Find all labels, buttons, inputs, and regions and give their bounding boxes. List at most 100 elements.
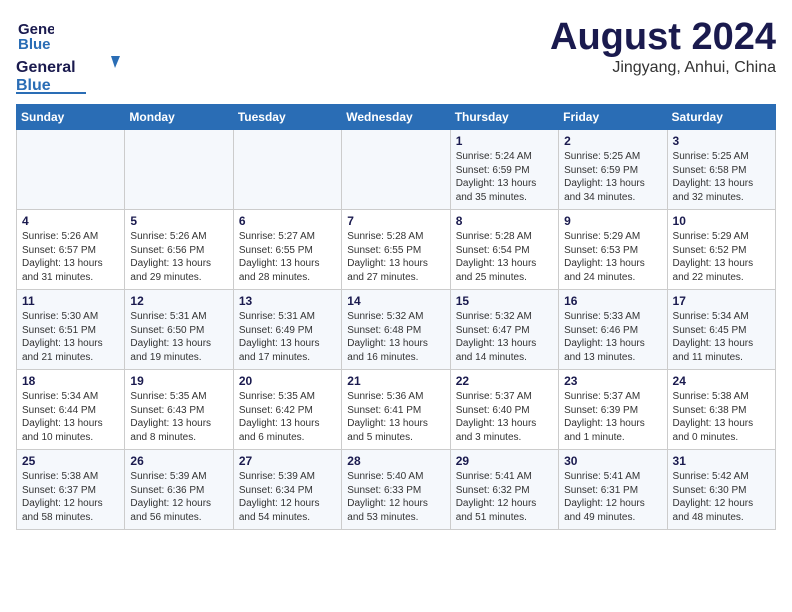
calendar-day-cell: 9Sunrise: 5:29 AM Sunset: 6:53 PM Daylig… <box>559 210 667 290</box>
day-number: 2 <box>564 134 661 148</box>
day-number: 22 <box>456 374 553 388</box>
day-info: Sunrise: 5:30 AM Sunset: 6:51 PM Dayligh… <box>22 310 119 364</box>
logo-icon: General Blue <box>16 16 54 54</box>
day-number: 14 <box>347 294 444 308</box>
calendar-day-cell: 13Sunrise: 5:31 AM Sunset: 6:49 PM Dayli… <box>233 290 341 370</box>
calendar-day-cell <box>125 130 233 210</box>
day-number: 7 <box>347 214 444 228</box>
calendar-day-cell: 21Sunrise: 5:36 AM Sunset: 6:41 PM Dayli… <box>342 370 450 450</box>
day-info: Sunrise: 5:40 AM Sunset: 6:33 PM Dayligh… <box>347 470 444 524</box>
day-number: 27 <box>239 454 336 468</box>
calendar-day-cell: 22Sunrise: 5:37 AM Sunset: 6:40 PM Dayli… <box>450 370 558 450</box>
day-number: 31 <box>673 454 770 468</box>
day-number: 3 <box>673 134 770 148</box>
weekday-header-tuesday: Tuesday <box>233 105 341 130</box>
day-number: 24 <box>673 374 770 388</box>
day-info: Sunrise: 5:41 AM Sunset: 6:31 PM Dayligh… <box>564 470 661 524</box>
calendar-week-row: 1 Sunrise: 5:24 AM Sunset: 6:59 PM Daylig… <box>17 130 776 210</box>
calendar-day-cell: 16 Sunrise: 5:33 AM Sunset: 6:46 PM Dayli… <box>559 290 667 370</box>
day-number: 5 <box>130 214 227 228</box>
page-header: General Blue General Blue August 2024 Ji… <box>16 16 776 94</box>
day-number: 11 <box>22 294 119 308</box>
calendar-title-block: August 2024 Jingyang, Anhui, China <box>550 16 776 77</box>
day-number: 25 <box>22 454 119 468</box>
day-number: 29 <box>456 454 553 468</box>
day-info: Sunrise: 5:35 AM Sunset: 6:42 PM Dayligh… <box>239 390 336 444</box>
calendar-month-year: August 2024 <box>550 16 776 59</box>
day-number: 20 <box>239 374 336 388</box>
calendar-day-cell: 8Sunrise: 5:28 AM Sunset: 6:54 PM Daylig… <box>450 210 558 290</box>
calendar-day-cell: 14 Sunrise: 5:32 AM Sunset: 6:48 PM Dayli… <box>342 290 450 370</box>
day-info: Sunrise: 5:34 AM Sunset: 6:45 PM Dayligh… <box>673 310 770 364</box>
day-info: Sunrise: 5:24 AM Sunset: 6:59 PM Dayligh… <box>456 150 553 204</box>
day-number: 28 <box>347 454 444 468</box>
calendar-day-cell: 26 Sunrise: 5:39 AM Sunset: 6:36 PM Dayli… <box>125 450 233 530</box>
calendar-day-cell: 31 Sunrise: 5:42 AM Sunset: 6:30 PM Dayli… <box>667 450 775 530</box>
calendar-day-cell: 30Sunrise: 5:41 AM Sunset: 6:31 PM Dayli… <box>559 450 667 530</box>
calendar-location: Jingyang, Anhui, China <box>550 59 776 77</box>
calendar-day-cell <box>233 130 341 210</box>
calendar-day-cell: 3 Sunrise: 5:25 AM Sunset: 6:58 PM Daylig… <box>667 130 775 210</box>
day-info: Sunrise: 5:38 AM Sunset: 6:38 PM Dayligh… <box>673 390 770 444</box>
calendar-day-cell: 27 Sunrise: 5:39 AM Sunset: 6:34 PM Dayli… <box>233 450 341 530</box>
day-info: Sunrise: 5:34 AM Sunset: 6:44 PM Dayligh… <box>22 390 119 444</box>
weekday-header-sunday: Sunday <box>17 105 125 130</box>
calendar-day-cell: 25 Sunrise: 5:38 AM Sunset: 6:37 PM Dayli… <box>17 450 125 530</box>
day-info: Sunrise: 5:39 AM Sunset: 6:36 PM Dayligh… <box>130 470 227 524</box>
day-number: 13 <box>239 294 336 308</box>
day-info: Sunrise: 5:33 AM Sunset: 6:46 PM Dayligh… <box>564 310 661 364</box>
day-info: Sunrise: 5:32 AM Sunset: 6:48 PM Dayligh… <box>347 310 444 364</box>
logo: General Blue General Blue <box>16 16 136 94</box>
day-number: 18 <box>22 374 119 388</box>
day-number: 15 <box>456 294 553 308</box>
calendar-week-row: 4Sunrise: 5:26 AM Sunset: 6:57 PM Daylig… <box>17 210 776 290</box>
calendar-day-cell: 24 Sunrise: 5:38 AM Sunset: 6:38 PM Dayli… <box>667 370 775 450</box>
calendar-day-cell: 6Sunrise: 5:27 AM Sunset: 6:55 PM Daylig… <box>233 210 341 290</box>
calendar-day-cell <box>342 130 450 210</box>
calendar-day-cell: 29 Sunrise: 5:41 AM Sunset: 6:32 PM Dayli… <box>450 450 558 530</box>
day-number: 17 <box>673 294 770 308</box>
day-info: Sunrise: 5:41 AM Sunset: 6:32 PM Dayligh… <box>456 470 553 524</box>
calendar-day-cell <box>17 130 125 210</box>
day-number: 1 <box>456 134 553 148</box>
day-info: Sunrise: 5:25 AM Sunset: 6:58 PM Dayligh… <box>673 150 770 204</box>
svg-text:Blue: Blue <box>16 77 51 94</box>
weekday-header-wednesday: Wednesday <box>342 105 450 130</box>
day-info: Sunrise: 5:29 AM Sunset: 6:53 PM Dayligh… <box>564 230 661 284</box>
day-info: Sunrise: 5:38 AM Sunset: 6:37 PM Dayligh… <box>22 470 119 524</box>
day-info: Sunrise: 5:31 AM Sunset: 6:50 PM Dayligh… <box>130 310 227 364</box>
calendar-day-cell: 2Sunrise: 5:25 AM Sunset: 6:59 PM Daylig… <box>559 130 667 210</box>
calendar-day-cell: 20 Sunrise: 5:35 AM Sunset: 6:42 PM Dayli… <box>233 370 341 450</box>
day-number: 16 <box>564 294 661 308</box>
day-number: 12 <box>130 294 227 308</box>
calendar-week-row: 11 Sunrise: 5:30 AM Sunset: 6:51 PM Dayli… <box>17 290 776 370</box>
day-info: Sunrise: 5:26 AM Sunset: 6:57 PM Dayligh… <box>22 230 119 284</box>
weekday-header-saturday: Saturday <box>667 105 775 130</box>
weekday-header-friday: Friday <box>559 105 667 130</box>
calendar-day-cell: 23 Sunrise: 5:37 AM Sunset: 6:39 PM Dayli… <box>559 370 667 450</box>
weekday-header-row: SundayMondayTuesdayWednesdayThursdayFrid… <box>17 105 776 130</box>
day-info: Sunrise: 5:39 AM Sunset: 6:34 PM Dayligh… <box>239 470 336 524</box>
calendar-day-cell: 28 Sunrise: 5:40 AM Sunset: 6:33 PM Dayli… <box>342 450 450 530</box>
svg-text:General: General <box>16 59 76 76</box>
calendar-day-cell: 19Sunrise: 5:35 AM Sunset: 6:43 PM Dayli… <box>125 370 233 450</box>
calendar-day-cell: 15Sunrise: 5:32 AM Sunset: 6:47 PM Dayli… <box>450 290 558 370</box>
day-info: Sunrise: 5:42 AM Sunset: 6:30 PM Dayligh… <box>673 470 770 524</box>
day-info: Sunrise: 5:26 AM Sunset: 6:56 PM Dayligh… <box>130 230 227 284</box>
calendar-day-cell: 7Sunrise: 5:28 AM Sunset: 6:55 PM Daylig… <box>342 210 450 290</box>
day-info: Sunrise: 5:29 AM Sunset: 6:52 PM Dayligh… <box>673 230 770 284</box>
day-info: Sunrise: 5:27 AM Sunset: 6:55 PM Dayligh… <box>239 230 336 284</box>
calendar-day-cell: 17 Sunrise: 5:34 AM Sunset: 6:45 PM Dayli… <box>667 290 775 370</box>
weekday-header-thursday: Thursday <box>450 105 558 130</box>
day-number: 23 <box>564 374 661 388</box>
calendar-week-row: 18 Sunrise: 5:34 AM Sunset: 6:44 PM Dayli… <box>17 370 776 450</box>
day-number: 21 <box>347 374 444 388</box>
day-number: 10 <box>673 214 770 228</box>
calendar-day-cell: 18 Sunrise: 5:34 AM Sunset: 6:44 PM Dayli… <box>17 370 125 450</box>
day-number: 26 <box>130 454 227 468</box>
calendar-day-cell: 12 Sunrise: 5:31 AM Sunset: 6:50 PM Dayli… <box>125 290 233 370</box>
day-number: 19 <box>130 374 227 388</box>
day-info: Sunrise: 5:37 AM Sunset: 6:39 PM Dayligh… <box>564 390 661 444</box>
calendar-day-cell: 4Sunrise: 5:26 AM Sunset: 6:57 PM Daylig… <box>17 210 125 290</box>
calendar-table: SundayMondayTuesdayWednesdayThursdayFrid… <box>16 104 776 530</box>
